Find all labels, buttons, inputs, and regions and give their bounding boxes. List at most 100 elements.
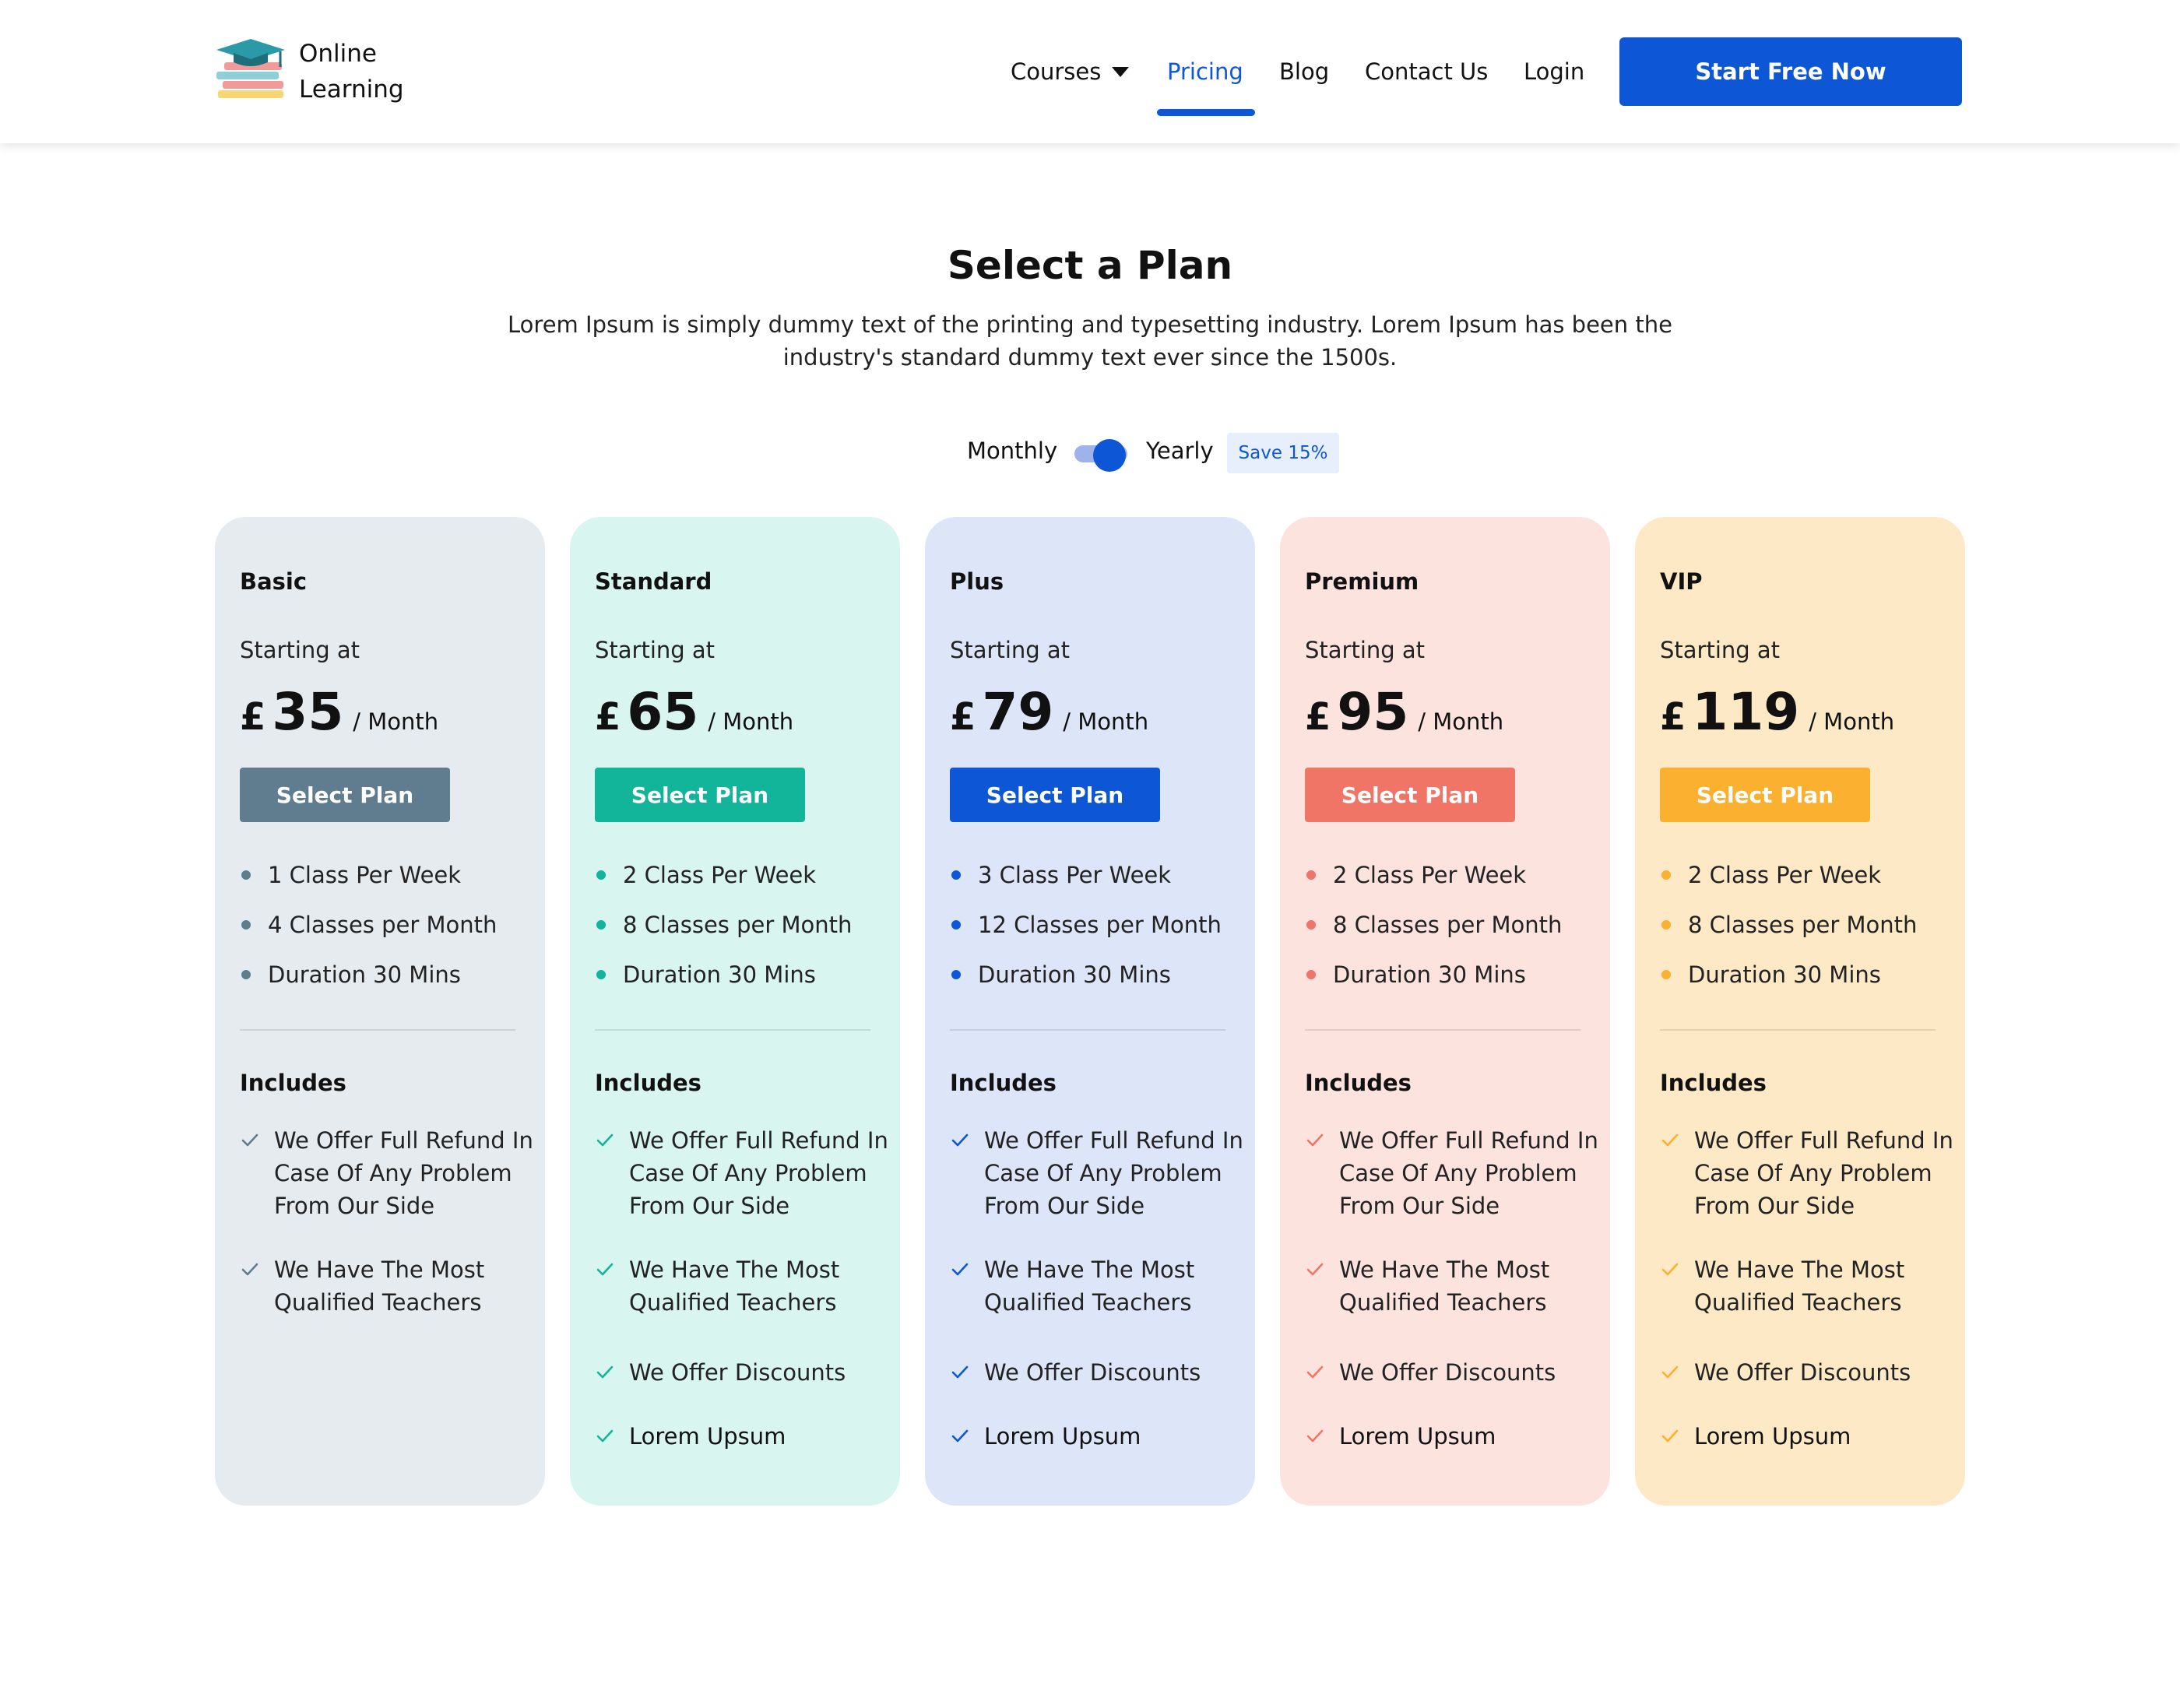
feature-text: 8 Classes per Month bbox=[1688, 912, 1918, 938]
includes-heading: Includes bbox=[240, 1070, 346, 1096]
start-free-now-button[interactable]: Start Free Now bbox=[1619, 37, 1962, 106]
feature-item: 2 Class Per Week bbox=[1305, 859, 1593, 909]
nav-courses[interactable]: Courses bbox=[1011, 56, 1130, 87]
include-text: We Offer Discounts bbox=[1694, 1359, 1911, 1386]
divider bbox=[240, 1029, 515, 1031]
nav-blog[interactable]: Blog bbox=[1279, 56, 1329, 87]
feature-text: 2 Class Per Week bbox=[1333, 862, 1527, 888]
plan-card-standard: Standard Starting at £65 / Month Select Plan… bbox=[570, 517, 900, 1506]
feature-item: 2 Class Per Week bbox=[595, 859, 883, 909]
checkmark-icon bbox=[951, 1263, 969, 1276]
plan-price: £79 / Month bbox=[950, 682, 1148, 742]
feature-item: 4 Classes per Month bbox=[240, 909, 528, 959]
billing-toggle-group: Monthly Yearly Save 15% bbox=[0, 433, 2180, 473]
include-text: We Offer Discounts bbox=[1339, 1359, 1556, 1386]
nav-contact-us[interactable]: Contact Us bbox=[1365, 56, 1488, 87]
feature-text: Duration 30 Mins bbox=[978, 961, 1171, 988]
select-plan-button[interactable]: Select Plan bbox=[950, 768, 1160, 822]
feature-text: 2 Class Per Week bbox=[1688, 862, 1882, 888]
feature-item: Duration 30 Mins bbox=[240, 959, 528, 1009]
checkmark-icon bbox=[1306, 1133, 1324, 1147]
include-item: We Offer Full Refund In Case Of Any Prob… bbox=[1305, 1124, 1601, 1222]
select-plan-button[interactable]: Select Plan bbox=[595, 768, 805, 822]
page-title: Select a Plan bbox=[947, 243, 1233, 288]
plan-name: Basic bbox=[240, 568, 308, 595]
include-item: We Offer Full Refund In Case Of Any Prob… bbox=[1660, 1124, 1956, 1222]
save-badge: Save 15% bbox=[1227, 433, 1339, 473]
starting-at-label: Starting at bbox=[595, 637, 716, 663]
include-item: We Offer Full Refund In Case Of Any Prob… bbox=[950, 1124, 1246, 1222]
plan-card-plus: Plus Starting at £79 / Month Select Plan 3 Cl… bbox=[925, 517, 1255, 1506]
checkmark-icon bbox=[596, 1429, 614, 1443]
include-text: We Have The Most Qualified Teachers bbox=[1339, 1256, 1550, 1316]
plan-features: 2 Class Per Week 8 Classes per Month Durat… bbox=[1660, 859, 1948, 1009]
plan-price: £65 / Month bbox=[595, 682, 793, 742]
billing-yearly-label[interactable]: Yearly bbox=[1146, 438, 1214, 464]
divider bbox=[1305, 1029, 1580, 1031]
feature-item: Duration 30 Mins bbox=[1305, 959, 1593, 1009]
include-item: We Have The Most Qualified Teachers bbox=[240, 1253, 536, 1319]
include-item: We Have The Most Qualified Teachers bbox=[1660, 1253, 1956, 1319]
bullet-icon bbox=[1661, 970, 1671, 979]
graduation-books-logo-icon[interactable] bbox=[215, 36, 287, 107]
price-amount: 35 bbox=[272, 682, 344, 742]
checkmark-icon bbox=[1661, 1133, 1679, 1147]
include-item: We Offer Discounts bbox=[950, 1356, 1246, 1389]
checkmark-icon bbox=[951, 1429, 969, 1443]
feature-item: 8 Classes per Month bbox=[1305, 909, 1593, 959]
feature-text: 8 Classes per Month bbox=[1333, 912, 1563, 938]
include-text: We Have The Most Qualified Teachers bbox=[984, 1256, 1195, 1316]
feature-text: Duration 30 Mins bbox=[268, 961, 461, 988]
bullet-icon bbox=[241, 870, 251, 880]
bullet-icon bbox=[596, 920, 606, 930]
include-item: We Offer Discounts bbox=[595, 1356, 891, 1389]
bullet-icon bbox=[1306, 920, 1316, 930]
plan-name: Premium bbox=[1305, 568, 1419, 595]
include-text: We Offer Full Refund In Case Of Any Prob… bbox=[984, 1127, 1243, 1219]
brand-line-2: Learning bbox=[299, 76, 404, 104]
feature-item: 8 Classes per Month bbox=[595, 909, 883, 959]
checkmark-icon bbox=[1306, 1263, 1324, 1276]
feature-item: Duration 30 Mins bbox=[595, 959, 883, 1009]
include-text: We Have The Most Qualified Teachers bbox=[629, 1256, 840, 1316]
include-text: We Have The Most Qualified Teachers bbox=[274, 1256, 485, 1316]
price-amount: 79 bbox=[982, 682, 1054, 742]
checkmark-icon bbox=[1661, 1263, 1679, 1276]
checkmark-icon bbox=[951, 1133, 969, 1147]
plan-price: £35 / Month bbox=[240, 682, 438, 742]
nav-pricing[interactable]: Pricing bbox=[1167, 56, 1243, 87]
select-plan-button[interactable]: Select Plan bbox=[240, 768, 450, 822]
nav-login[interactable]: Login bbox=[1524, 56, 1584, 87]
plan-card-vip: VIP Starting at £119 / Month Select Plan 2 Cl… bbox=[1635, 517, 1965, 1506]
checkmark-icon bbox=[241, 1263, 258, 1276]
select-plan-button[interactable]: Select Plan bbox=[1660, 768, 1870, 822]
include-text: We Offer Full Refund In Case Of Any Prob… bbox=[1339, 1127, 1598, 1219]
price-currency: £ bbox=[1305, 695, 1331, 739]
checkmark-icon bbox=[596, 1133, 614, 1147]
plan-name: VIP bbox=[1660, 568, 1703, 595]
feature-item: 12 Classes per Month bbox=[950, 909, 1238, 959]
billing-period-toggle[interactable] bbox=[1074, 439, 1127, 472]
include-text: We Offer Discounts bbox=[629, 1359, 846, 1386]
billing-monthly-label[interactable]: Monthly bbox=[967, 438, 1057, 464]
checkmark-icon bbox=[1306, 1365, 1324, 1379]
feature-item: Duration 30 Mins bbox=[1660, 959, 1948, 1009]
price-currency: £ bbox=[240, 695, 266, 739]
plan-features: 3 Class Per Week 12 Classes per Month Dura… bbox=[950, 859, 1238, 1009]
toggle-knob bbox=[1093, 439, 1126, 472]
include-text: We Offer Full Refund In Case Of Any Prob… bbox=[274, 1127, 533, 1219]
starting-at-label: Starting at bbox=[240, 637, 360, 663]
plan-card-premium: Premium Starting at £95 / Month Select Plan 2… bbox=[1280, 517, 1610, 1506]
price-amount: 119 bbox=[1692, 682, 1800, 742]
price-currency: £ bbox=[1660, 695, 1686, 739]
divider bbox=[595, 1029, 870, 1031]
include-text: Lorem Upsum bbox=[984, 1423, 1141, 1450]
feature-text: Duration 30 Mins bbox=[1333, 961, 1526, 988]
price-period: / Month bbox=[353, 708, 439, 735]
price-currency: £ bbox=[595, 695, 621, 739]
brand-name[interactable]: Online Learning bbox=[299, 36, 404, 107]
select-plan-button[interactable]: Select Plan bbox=[1305, 768, 1515, 822]
include-text: Lorem Upsum bbox=[1694, 1423, 1851, 1450]
include-text: Lorem Upsum bbox=[1339, 1423, 1496, 1450]
include-text: We Offer Full Refund In Case Of Any Prob… bbox=[1694, 1127, 1953, 1219]
